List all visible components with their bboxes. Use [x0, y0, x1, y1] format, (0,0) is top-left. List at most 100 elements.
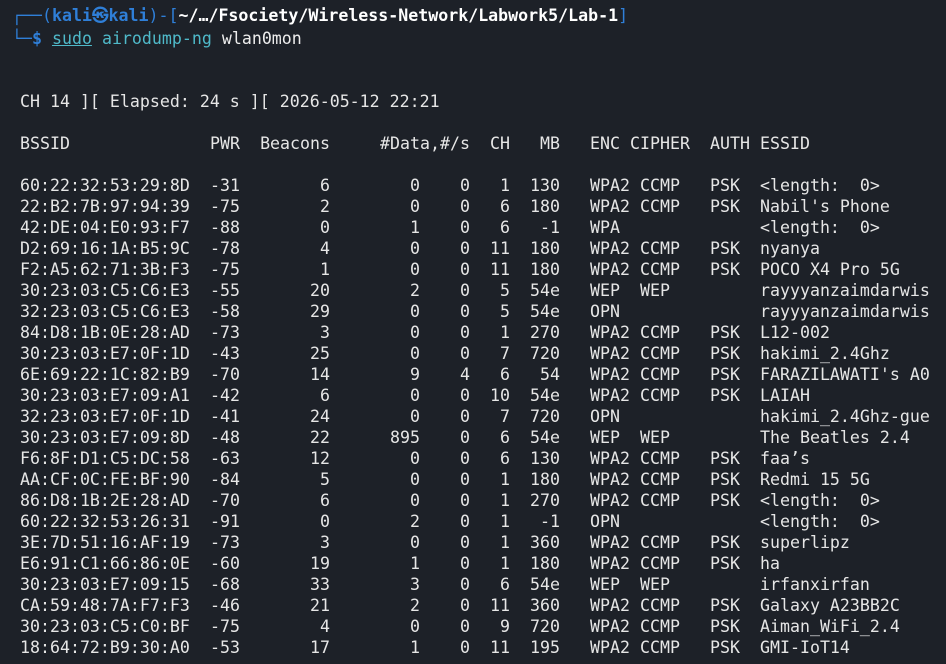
cell-beacons: 0	[320, 218, 330, 237]
cell-cipher: CCMP	[640, 596, 680, 615]
cell-bssid: 32:23:03:E7:0F:1D	[20, 407, 190, 426]
table-row: 6E:69:22:1C:82:B9 -70 14 9 4 6 54 WPA2 CCMP PSK FA…	[20, 364, 940, 385]
cell-beacons: 25	[310, 344, 330, 363]
cell-bssid: 3E:7D:51:16:AF:19	[20, 533, 190, 552]
cell-cipher: CCMP	[640, 260, 680, 279]
cell-essid: L12-002	[760, 323, 830, 342]
table-row: 30:23:03:C5:C6:E3 -55 20 2 0 5 54e WEP WEP rayyya…	[20, 280, 940, 301]
cell-enc: WPA2	[590, 617, 630, 636]
cell-beacons: 33	[310, 575, 330, 594]
table-row: 30:23:03:E7:09:8D -48 22 895 0 6 54e WEP WEP The …	[20, 427, 940, 448]
cell-mb: 720	[530, 344, 560, 363]
cell-per-s: 0	[460, 575, 470, 594]
header-beacons: Beacons	[260, 134, 330, 153]
cell-data: 1	[410, 218, 420, 237]
table-row: F6:8F:D1:C5:DC:58 -63 12 0 0 6 130 WPA2 CCMP PSK f…	[20, 448, 940, 469]
cell-per-s: 0	[460, 617, 470, 636]
prompt-top-line: ┌──(kali㉿kali)-[~/…/Fsociety/Wireless-Ne…	[12, 5, 628, 26]
cell-data: 0	[410, 617, 420, 636]
table-row: 30:23:03:E7:0F:1D -43 25 0 0 7 720 WPA2 CCMP PSK h…	[20, 343, 940, 364]
table-row: AA:CF:0C:FE:BF:90 -84 5 0 0 1 180 WPA2 CCMP PSK Re…	[20, 469, 940, 490]
cell-ch: 7	[500, 344, 510, 363]
cell-enc: OPN	[590, 407, 620, 426]
cell-pwr: -48	[210, 428, 240, 447]
cell-ch: 9	[500, 617, 510, 636]
cell-data: 1	[410, 554, 420, 573]
cell-auth: PSK	[710, 554, 740, 573]
table-row: 32:23:03:C5:C6:E3 -58 29 0 0 5 54e OPN rayyyanza…	[20, 301, 940, 322]
cell-enc: WPA2	[590, 176, 630, 195]
cell-pwr: -46	[210, 596, 240, 615]
cell-data: 2	[410, 281, 420, 300]
cell-auth: PSK	[710, 638, 740, 657]
cell-essid: faa’s	[760, 449, 810, 468]
cell-ch: 11	[490, 239, 510, 258]
terminal-window[interactable]: ┌──(kali㉿kali)-[~/…/Fsociety/Wireless-Ne…	[0, 0, 946, 664]
command-line[interactable]: └─$ sudo airodump-ng wlan0mon	[12, 28, 302, 49]
cell-beacons: 22	[310, 428, 330, 447]
cell-cipher: CCMP	[640, 491, 680, 510]
prompt-open: ┌──(	[12, 6, 52, 25]
cell-essid: <length: 0>	[760, 512, 880, 531]
cell-beacons: 3	[320, 323, 330, 342]
cell-enc: OPN	[590, 302, 620, 321]
cell-cipher: CCMP	[640, 554, 680, 573]
cell-data: 0	[410, 344, 420, 363]
cell-auth: PSK	[710, 323, 740, 342]
cell-pwr: -91	[210, 512, 240, 531]
cell-mb: -1	[540, 218, 560, 237]
cell-enc: WPA2	[590, 638, 630, 657]
cell-cipher: CCMP	[640, 386, 680, 405]
cell-auth: PSK	[710, 596, 740, 615]
cell-essid: FARAZILAWATI's A0	[760, 365, 930, 384]
cell-enc: OPN	[590, 512, 620, 531]
cell-pwr: -31	[210, 176, 240, 195]
cell-ch: 1	[500, 554, 510, 573]
cell-essid: ha	[760, 554, 780, 573]
cell-pwr: -75	[210, 260, 240, 279]
cell-enc: WPA2	[590, 596, 630, 615]
cell-ch: 1	[500, 533, 510, 552]
cell-ch: 1	[500, 176, 510, 195]
cell-data: 0	[410, 407, 420, 426]
cell-auth: PSK	[710, 617, 740, 636]
cell-essid: POCO X4 Pro 5G	[760, 260, 900, 279]
cell-data: 895	[390, 428, 420, 447]
cell-enc: WPA2	[590, 491, 630, 510]
table-row: 18:64:72:B9:30:A0 -53 17 1 0 11 195 WPA2 CCMP PSK…	[20, 637, 940, 658]
cell-bssid: 60:22:32:53:26:31	[20, 512, 190, 531]
cell-beacons: 12	[310, 449, 330, 468]
cell-pwr: -60	[210, 554, 240, 573]
cell-pwr: -53	[210, 638, 240, 657]
cell-enc: WPA2	[590, 554, 630, 573]
cell-mb: 180	[530, 239, 560, 258]
cell-enc: WPA2	[590, 449, 630, 468]
cell-mb: 54e	[530, 575, 560, 594]
cell-cipher: WEP	[640, 281, 670, 300]
cell-essid: <length: 0>	[760, 491, 880, 510]
cell-mb: 130	[530, 176, 560, 195]
cell-beacons: 6	[320, 491, 330, 510]
cell-pwr: -88	[210, 218, 240, 237]
cell-auth: PSK	[710, 344, 740, 363]
cell-per-s: 0	[460, 533, 470, 552]
cell-essid: irfanxirfan	[760, 575, 870, 594]
prompt-mid: )-[	[148, 6, 179, 25]
table-row: F2:A5:62:71:3B:F3 -75 1 0 0 11 180 WPA2 CCMP PSK P…	[20, 259, 940, 280]
cell-pwr: -75	[210, 197, 240, 216]
cell-per-s: 0	[460, 176, 470, 195]
cell-data: 0	[410, 386, 420, 405]
cell-ch: 11	[490, 260, 510, 279]
cell-beacons: 1	[320, 260, 330, 279]
cell-essid: <length: 0>	[760, 218, 880, 237]
cell-bssid: F6:8F:D1:C5:DC:58	[20, 449, 190, 468]
cell-data: 0	[410, 470, 420, 489]
cell-data: 0	[410, 491, 420, 510]
cell-pwr: -63	[210, 449, 240, 468]
cell-mb: 270	[530, 323, 560, 342]
cell-pwr: -73	[210, 323, 240, 342]
cell-enc: WPA2	[590, 344, 630, 363]
cell-beacons: 14	[310, 365, 330, 384]
cell-pwr: -70	[210, 491, 240, 510]
cell-beacons: 6	[320, 386, 330, 405]
